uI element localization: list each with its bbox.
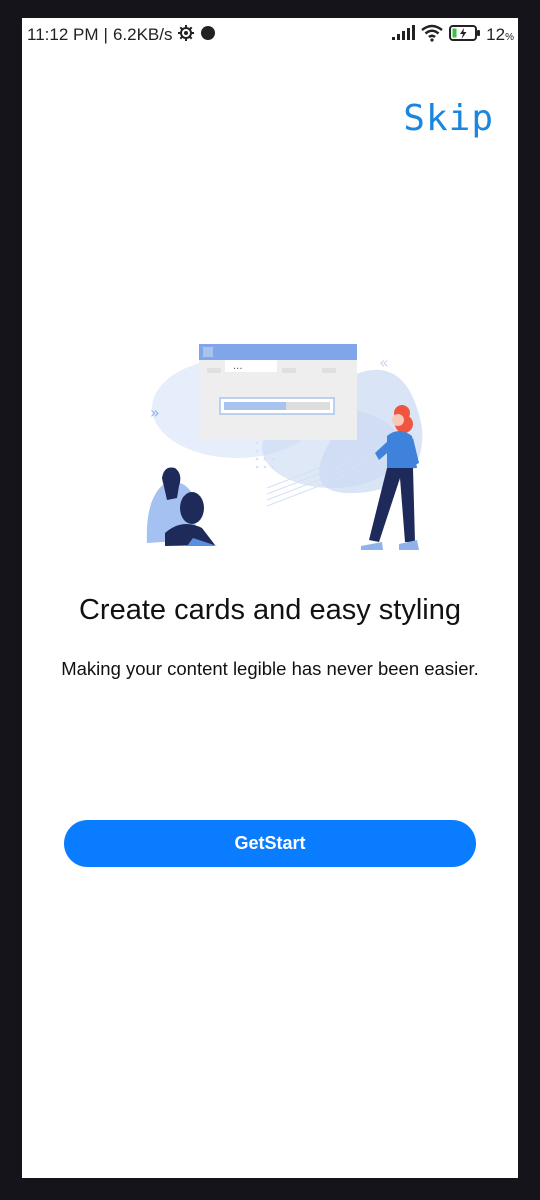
skip-button[interactable]: Skip — [403, 98, 494, 139]
onboarding-title: Create cards and easy styling — [78, 594, 462, 626]
onboarding-subtitle: Making your content legible has never be… — [61, 658, 479, 679]
signal-icon — [391, 24, 416, 46]
gear-icon — [177, 24, 195, 47]
get-start-button[interactable]: GetStart — [64, 820, 476, 867]
wifi-icon — [420, 24, 444, 47]
status-time: 11:12 PM — [27, 25, 99, 44]
svg-text:«: « — [379, 353, 389, 372]
onboarding-illustration: ... » « — [117, 318, 427, 558]
svg-text:»: » — [150, 403, 160, 422]
status-left: 11:12 PM | 6.2KB/s — [27, 24, 216, 47]
status-right: 12% — [391, 24, 514, 47]
network-speed: 6.2KB/s — [112, 25, 173, 44]
status-bar: 11:12 PM | 6.2KB/s 12% — [22, 18, 518, 52]
illustration-dots: ... — [233, 361, 243, 372]
battery-level: 12% — [486, 25, 514, 44]
battery-charging-icon — [449, 24, 481, 47]
status-separator: | — [103, 25, 108, 44]
phone-screen: 11:12 PM | 6.2KB/s 12% Skip ... » « Crea… — [22, 18, 518, 1178]
dot-icon — [200, 25, 216, 46]
